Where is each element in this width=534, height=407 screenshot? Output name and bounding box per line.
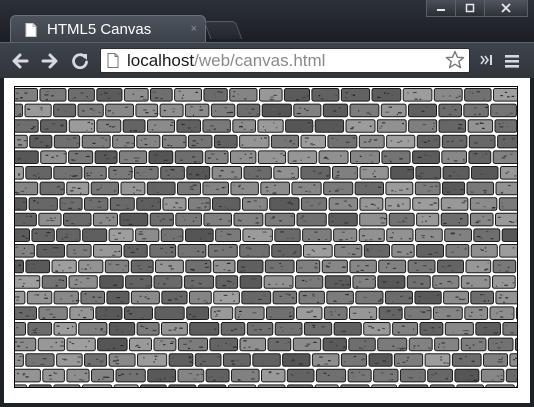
close-window-button[interactable] — [484, 0, 528, 17]
url-host: localhost — [127, 51, 195, 70]
tab-close-icon[interactable]: × — [191, 23, 197, 35]
arrow-left-icon — [12, 53, 29, 69]
minimize-button[interactable] — [426, 0, 456, 17]
page-content — [4, 78, 530, 403]
reload-icon — [72, 53, 88, 70]
address-bar[interactable]: localhost/web/canvas.html — [100, 48, 470, 73]
menu-hamburger-icon[interactable] — [504, 53, 520, 74]
bookmark-star-icon[interactable] — [445, 50, 465, 75]
extensions-chevron-icon[interactable] — [479, 52, 493, 73]
back-button[interactable] — [10, 51, 30, 71]
brick-wall-image — [15, 87, 517, 387]
html5-canvas[interactable] — [14, 86, 518, 388]
maximize-button[interactable] — [455, 0, 485, 17]
minimize-icon — [437, 9, 445, 11]
browser-window: HTML5 Canvas × localhost/web/canvas.html — [0, 0, 534, 407]
reload-button[interactable] — [70, 51, 90, 71]
tab-title: HTML5 Canvas — [47, 21, 152, 38]
page-icon — [25, 23, 37, 42]
new-tab-button[interactable] — [203, 21, 243, 39]
maximize-icon — [465, 3, 475, 13]
forward-button[interactable] — [40, 51, 60, 71]
tab-html5-canvas[interactable]: HTML5 Canvas × — [10, 15, 206, 43]
toolbar: localhost/web/canvas.html — [0, 42, 534, 78]
title-bar: HTML5 Canvas × — [0, 0, 534, 43]
url-path: /web/canvas.html — [194, 51, 326, 70]
url-text[interactable]: localhost/web/canvas.html — [127, 51, 325, 71]
page-icon — [107, 53, 119, 73]
arrow-right-icon — [41, 53, 58, 69]
close-icon — [501, 3, 511, 13]
window-controls — [426, 0, 528, 18]
